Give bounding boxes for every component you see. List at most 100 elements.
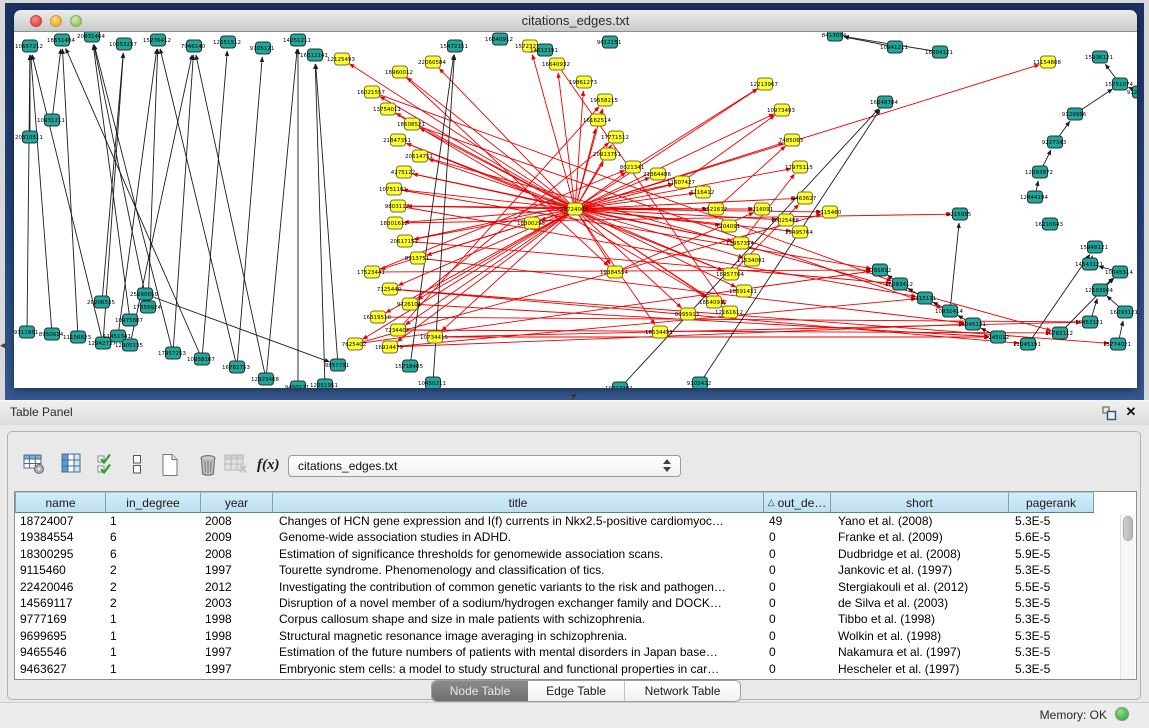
network-node[interactable]: 17975115 [785, 161, 813, 173]
network-node[interactable]: 9450121 [285, 381, 310, 388]
network-node[interactable]: 9463627 [792, 192, 817, 204]
network-node[interactable]: 10412191 [605, 382, 633, 388]
network-node[interactable]: 8913751 [405, 252, 430, 264]
scrollbar-thumb[interactable] [1123, 516, 1133, 541]
network-node[interactable]: 20931404 [77, 32, 105, 42]
network-node[interactable]: 18960012 [385, 66, 413, 78]
table-mode-button[interactable] [22, 453, 46, 477]
network-node[interactable]: 9227343 [1042, 136, 1067, 148]
select-columns-button[interactable] [60, 453, 84, 477]
table-cell[interactable]: 18724007 [15, 513, 106, 529]
network-node[interactable]: 9215955 [947, 208, 972, 220]
network-node[interactable]: 16210643 [1035, 218, 1063, 230]
network-node[interactable]: 10973493 [767, 104, 795, 116]
table-cell[interactable]: 1 [106, 628, 201, 644]
network-node[interactable]: 19495764 [785, 226, 813, 238]
table-cell[interactable]: 0 [764, 546, 831, 562]
table-cell[interactable]: 2008 [201, 513, 273, 529]
network-node[interactable]: 10053237 [109, 38, 137, 50]
table-row[interactable]: 969969511998Structural magnetic resonanc… [15, 628, 1094, 644]
table-cell[interactable]: Dudbridge et al. (2008) [831, 546, 1009, 562]
network-node[interactable]: 7946140 [181, 40, 206, 52]
network-node[interactable]: 14051211 [283, 34, 311, 46]
table-cell[interactable]: 18300295 [15, 546, 106, 562]
network-node[interactable]: 12125493 [327, 53, 355, 65]
network-node[interactable]: 10025488 [771, 214, 799, 226]
network-node[interactable]: 11154808 [1033, 56, 1061, 68]
table-cell[interactable]: 2 [106, 562, 201, 578]
table-cell[interactable]: 5.3E-5 [1009, 661, 1094, 677]
network-node[interactable]: 8950614 [39, 328, 64, 340]
delete-table-button[interactable] [196, 453, 220, 477]
network-node[interactable]: 12923468 [251, 373, 279, 385]
network-node[interactable]: 10450211 [418, 377, 446, 388]
table-cell[interactable]: Disruption of a novel member of a sodium… [273, 595, 764, 611]
table-row[interactable]: 946554611997Estimation of the future num… [15, 644, 1094, 660]
table-cell[interactable]: Genome-wide association studies in ADHD. [273, 529, 764, 545]
table-cell[interactable]: 5.3E-5 [1009, 595, 1094, 611]
network-node[interactable]: 15472151 [440, 40, 468, 52]
network-node[interactable]: 12051951 [310, 379, 338, 388]
table-row[interactable]: 2242004622012Investigating the contribut… [15, 579, 1094, 595]
network-node[interactable]: 17957253 [158, 347, 186, 359]
network-node[interactable]: 7204091 [716, 220, 741, 232]
column-header-name[interactable]: name [15, 492, 106, 513]
network-node[interactable]: 19861273 [569, 76, 597, 88]
network-node[interactable]: 15751074 [1105, 78, 1133, 90]
network-node[interactable]: 16640912 [485, 33, 513, 45]
table-row[interactable]: 1830029562008Estimation of significance … [15, 546, 1094, 562]
table-row[interactable]: 1872400712008Changes of HCN gene express… [15, 513, 1094, 529]
table-cell[interactable]: 9465546 [15, 644, 106, 660]
table-cell[interactable]: de Silva et al. (2003) [831, 595, 1009, 611]
table-cell[interactable]: 9699695 [15, 628, 106, 644]
network-node[interactable]: 15276412 [143, 34, 171, 46]
network-node[interactable]: 11607427 [667, 176, 695, 188]
table-cell[interactable]: Estimation of significance thresholds fo… [273, 546, 764, 562]
table-cell[interactable]: 49 [764, 513, 831, 529]
table-cell[interactable]: 0 [764, 579, 831, 595]
column-header-out-degree[interactable]: △ out_de… [764, 492, 831, 513]
float-panel-icon[interactable] [1101, 405, 1117, 421]
column-header-in-degree[interactable]: in_degree [106, 492, 201, 513]
table-cell[interactable]: 0 [764, 628, 831, 644]
network-node[interactable]: 10751181 [379, 183, 407, 195]
network-node[interactable]: 9105121 [250, 42, 275, 54]
network-node[interactable]: 10734415 [420, 331, 448, 343]
table-cell[interactable]: 5.9E-5 [1009, 546, 1094, 562]
network-node[interactable]: 16162514 [583, 114, 611, 126]
table-cell[interactable]: 19384554 [15, 529, 106, 545]
table-cell[interactable]: 1997 [201, 661, 273, 677]
table-cell[interactable]: 0 [764, 529, 831, 545]
network-node[interactable]: 7234402 [385, 324, 410, 336]
table-row[interactable]: 1938455462009Genome-wide association stu… [15, 529, 1094, 545]
network-node[interactable]: 16319510 [363, 311, 391, 323]
network-node[interactable]: 12051512 [213, 36, 241, 48]
table-cell[interactable]: 2 [106, 579, 201, 595]
network-node[interactable]: 15949121 [1080, 241, 1108, 253]
table-row[interactable]: 946362711997Embryonic stem cells: a mode… [15, 661, 1094, 677]
table-cell[interactable]: 9777169 [15, 611, 106, 627]
table-cell[interactable]: 1997 [201, 562, 273, 578]
network-node[interactable]: 20206535 [87, 296, 115, 308]
network-node[interactable]: 16012141 [300, 49, 328, 61]
table-cell[interactable]: Corpus callosum shape and size in male p… [273, 611, 764, 627]
table-cell[interactable]: 5.5E-5 [1009, 579, 1094, 595]
table-cell[interactable]: 5.3E-5 [1009, 628, 1094, 644]
network-node[interactable]: 7625402 [342, 338, 367, 350]
network-node[interactable]: 8413054 [822, 32, 847, 41]
column-header-short[interactable]: short [831, 492, 1009, 513]
table-cell[interactable]: Jankovic et al. (1997) [831, 562, 1009, 578]
close-panel-icon[interactable]: ✕ [1123, 403, 1139, 421]
network-node[interactable]: 14543121 [1075, 258, 1103, 270]
network-node[interactable]: 20617151 [390, 235, 418, 247]
table-cell[interactable]: 6 [106, 529, 201, 545]
network-node[interactable]: 19558215 [590, 94, 618, 106]
selection-mode-button[interactable] [96, 453, 116, 477]
table-cell[interactable]: 1 [106, 661, 201, 677]
table-cell[interactable]: 1997 [201, 644, 273, 660]
network-node[interactable]: 15774021 [1103, 338, 1131, 350]
table-cell[interactable]: 1 [106, 611, 201, 627]
function-builder-button[interactable]: f(x) [251, 453, 283, 477]
table-cell[interactable]: 2 [106, 595, 201, 611]
network-node[interactable]: 25260650 [130, 288, 158, 300]
